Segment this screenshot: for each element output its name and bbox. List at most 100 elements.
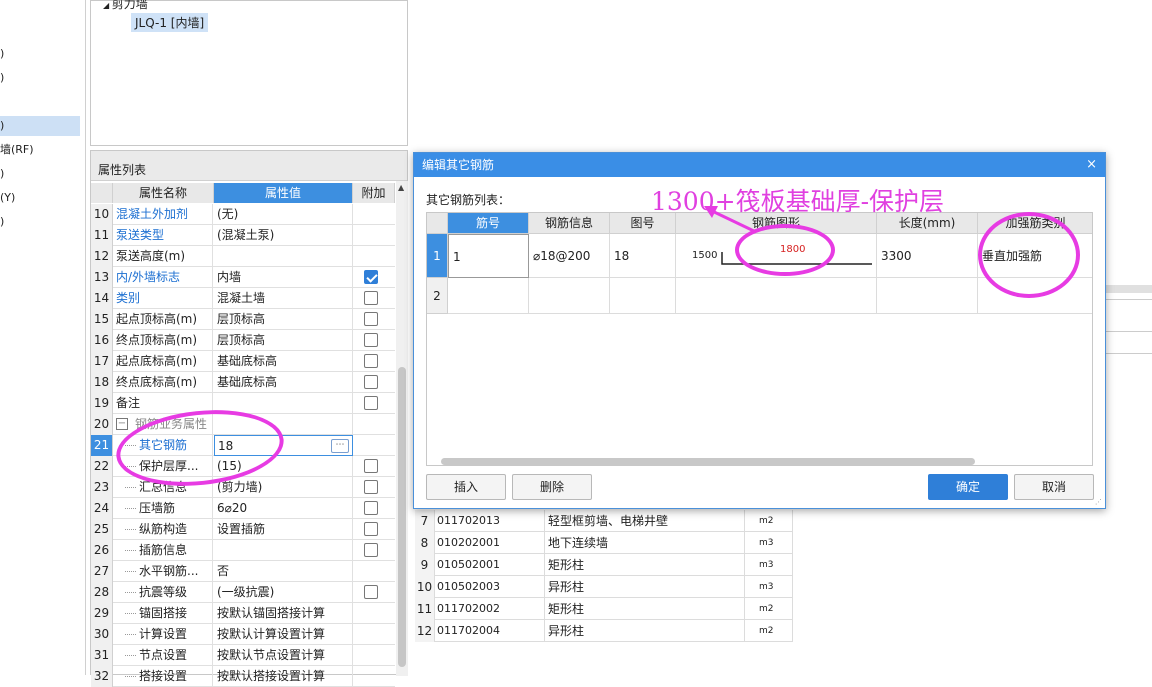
extra-checkbox[interactable] <box>364 480 378 494</box>
property-value[interactable]: (一级抗震) <box>214 582 353 603</box>
table-row[interactable]: 9 010502001 矩形柱 m3 <box>415 554 793 576</box>
delete-button[interactable]: 删除 <box>512 474 592 500</box>
property-row[interactable]: 13 内/外墙标志 内墙 <box>91 267 395 288</box>
insert-button[interactable]: 插入 <box>426 474 506 500</box>
resize-grip-icon[interactable]: ⋰ <box>1095 498 1103 506</box>
scroll-up-icon[interactable]: ▲ <box>398 183 404 192</box>
property-value[interactable]: 按默认锚固搭接计算 <box>214 603 353 624</box>
property-name: 压墙筋 <box>113 498 213 519</box>
property-value[interactable]: 按默认计算设置计算 <box>214 624 353 645</box>
ok-button[interactable]: 确定 <box>928 474 1008 500</box>
property-row[interactable]: 11 泵送类型 (混凝土泵) <box>91 225 395 246</box>
property-value[interactable] <box>214 540 353 561</box>
cell-fig-no[interactable]: 18 <box>610 234 676 278</box>
close-icon[interactable]: × <box>1086 153 1097 177</box>
grid-header-bar-no[interactable]: 筋号 <box>448 213 529 234</box>
collapse-group-icon[interactable]: − <box>116 418 128 430</box>
property-value[interactable] <box>214 246 353 267</box>
property-row[interactable]: 28 抗震等级 (一级抗震) <box>91 582 395 603</box>
property-value[interactable]: 基础底标高 <box>214 351 353 372</box>
prop-header-extra[interactable]: 附加 <box>353 183 395 203</box>
property-value[interactable]: 按默认节点设置计算 <box>214 645 353 666</box>
property-value[interactable]: 否 <box>214 561 353 582</box>
extra-checkbox[interactable] <box>364 333 378 347</box>
cell-rebar-info[interactable]: ⌀18@200 <box>529 234 610 278</box>
extra-checkbox[interactable] <box>364 501 378 515</box>
property-row[interactable]: 18 终点底标高(m) 基础底标高 <box>91 372 395 393</box>
table-row[interactable]: 12 011702004 异形柱 m2 <box>415 620 793 642</box>
extra-checkbox[interactable] <box>364 375 378 389</box>
property-value[interactable]: 按默认搭接设置计算 <box>214 666 353 687</box>
grid-row-num-2[interactable]: 2 <box>427 278 448 314</box>
extra-checkbox[interactable] <box>364 354 378 368</box>
property-value[interactable]: 基础底标高 <box>214 372 353 393</box>
extra-checkbox[interactable] <box>364 270 378 284</box>
property-extra <box>353 519 395 540</box>
property-row[interactable]: 32 搭接设置 按默认搭接设置计算 <box>91 666 395 687</box>
left-item-2[interactable]: ) <box>0 116 80 136</box>
cell-rebar-shape-2[interactable] <box>676 278 877 314</box>
extra-checkbox[interactable] <box>364 585 378 599</box>
property-value[interactable]: 内墙 <box>214 267 353 288</box>
property-row[interactable]: 26 插筋信息 <box>91 540 395 561</box>
cancel-button[interactable]: 取消 <box>1014 474 1094 500</box>
cell-length[interactable]: 3300 <box>877 234 978 278</box>
left-item-6[interactable]: ) <box>0 212 80 232</box>
property-row[interactable]: 12 泵送高度(m) <box>91 246 395 267</box>
property-value[interactable]: (剪力墙) <box>214 477 353 498</box>
property-row[interactable]: 16 终点顶标高(m) 层顶标高 <box>91 330 395 351</box>
property-row[interactable]: 31 节点设置 按默认节点设置计算 <box>91 645 395 666</box>
cell-length-2[interactable] <box>877 278 978 314</box>
property-value[interactable]: 6⌀20 <box>214 498 353 519</box>
dialog-title[interactable]: 编辑其它钢筋 <box>414 153 1105 177</box>
extra-checkbox[interactable] <box>364 543 378 557</box>
grid-header-info[interactable]: 钢筋信息 <box>529 213 610 234</box>
property-row[interactable]: 27 水平钢筋... 否 <box>91 561 395 582</box>
property-row[interactable]: 24 压墙筋 6⌀20 <box>91 498 395 519</box>
prop-header-name[interactable]: 属性名称 <box>113 183 214 203</box>
property-row[interactable]: 19 备注 <box>91 393 395 414</box>
left-item-0[interactable]: ) <box>0 44 80 64</box>
cell-rebar-info-2[interactable] <box>529 278 610 314</box>
left-item-4[interactable]: ) <box>0 164 80 184</box>
property-row[interactable]: 23 汇总信息 (剪力墙) <box>91 477 395 498</box>
grid-row-num-1[interactable]: 1 <box>427 234 448 278</box>
property-row[interactable]: 30 计算设置 按默认计算设置计算 <box>91 624 395 645</box>
ellipsis-button[interactable]: ⋯ <box>331 439 349 453</box>
table-row[interactable]: 11 011702002 矩形柱 m2 <box>415 598 793 620</box>
table-row[interactable]: 8 010202001 地下连续墙 m3 <box>415 532 793 554</box>
property-row[interactable]: 29 锚固搭接 按默认锚固搭接计算 <box>91 603 395 624</box>
property-value[interactable]: 层顶标高 <box>214 330 353 351</box>
scrollbar-thumb[interactable] <box>398 367 406 667</box>
left-item-1[interactable]: ) <box>0 68 80 88</box>
collapse-icon[interactable]: ◢ <box>103 1 112 10</box>
table-row[interactable]: 10 010502003 异形柱 m3 <box>415 576 793 598</box>
property-value[interactable]: (无) <box>214 204 353 225</box>
tree-item-jlq1[interactable]: JLQ-1 [内墙] <box>131 13 209 32</box>
extra-checkbox[interactable] <box>364 522 378 536</box>
tree-root[interactable]: ◢ 剪力墙 <box>103 0 148 12</box>
extra-checkbox[interactable] <box>364 396 378 410</box>
extra-checkbox[interactable] <box>364 312 378 326</box>
grid-horizontal-scrollbar[interactable] <box>441 458 975 465</box>
property-value[interactable]: 混凝土墙 <box>214 288 353 309</box>
property-value[interactable]: 层顶标高 <box>214 309 353 330</box>
property-row-num: 24 <box>91 498 113 519</box>
property-row[interactable]: 10 混凝土外加剂 (无) <box>91 204 395 225</box>
property-row[interactable]: 15 起点顶标高(m) 层顶标高 <box>91 309 395 330</box>
table-row[interactable]: 7 011702013 轻型框剪墙、电梯井壁 m2 <box>415 510 793 532</box>
property-value[interactable]: (混凝土泵) <box>214 225 353 246</box>
left-item-3[interactable]: 墙(RF) <box>0 140 80 160</box>
cell-bar-no-2[interactable] <box>448 278 529 314</box>
extra-checkbox[interactable] <box>364 459 378 473</box>
property-value[interactable]: 设置插筋 <box>214 519 353 540</box>
left-item-5[interactable]: (Y) <box>0 188 80 208</box>
prop-header-value[interactable]: 属性值 <box>214 183 353 203</box>
property-scrollbar[interactable]: ▲ <box>396 181 408 676</box>
extra-checkbox[interactable] <box>364 291 378 305</box>
property-row[interactable]: 14 类别 混凝土墙 <box>91 288 395 309</box>
cell-bar-no[interactable]: 1 <box>448 234 529 278</box>
property-row[interactable]: 17 起点底标高(m) 基础底标高 <box>91 351 395 372</box>
property-row[interactable]: 25 纵筋构造 设置插筋 <box>91 519 395 540</box>
cell-fig-no-2[interactable] <box>610 278 676 314</box>
